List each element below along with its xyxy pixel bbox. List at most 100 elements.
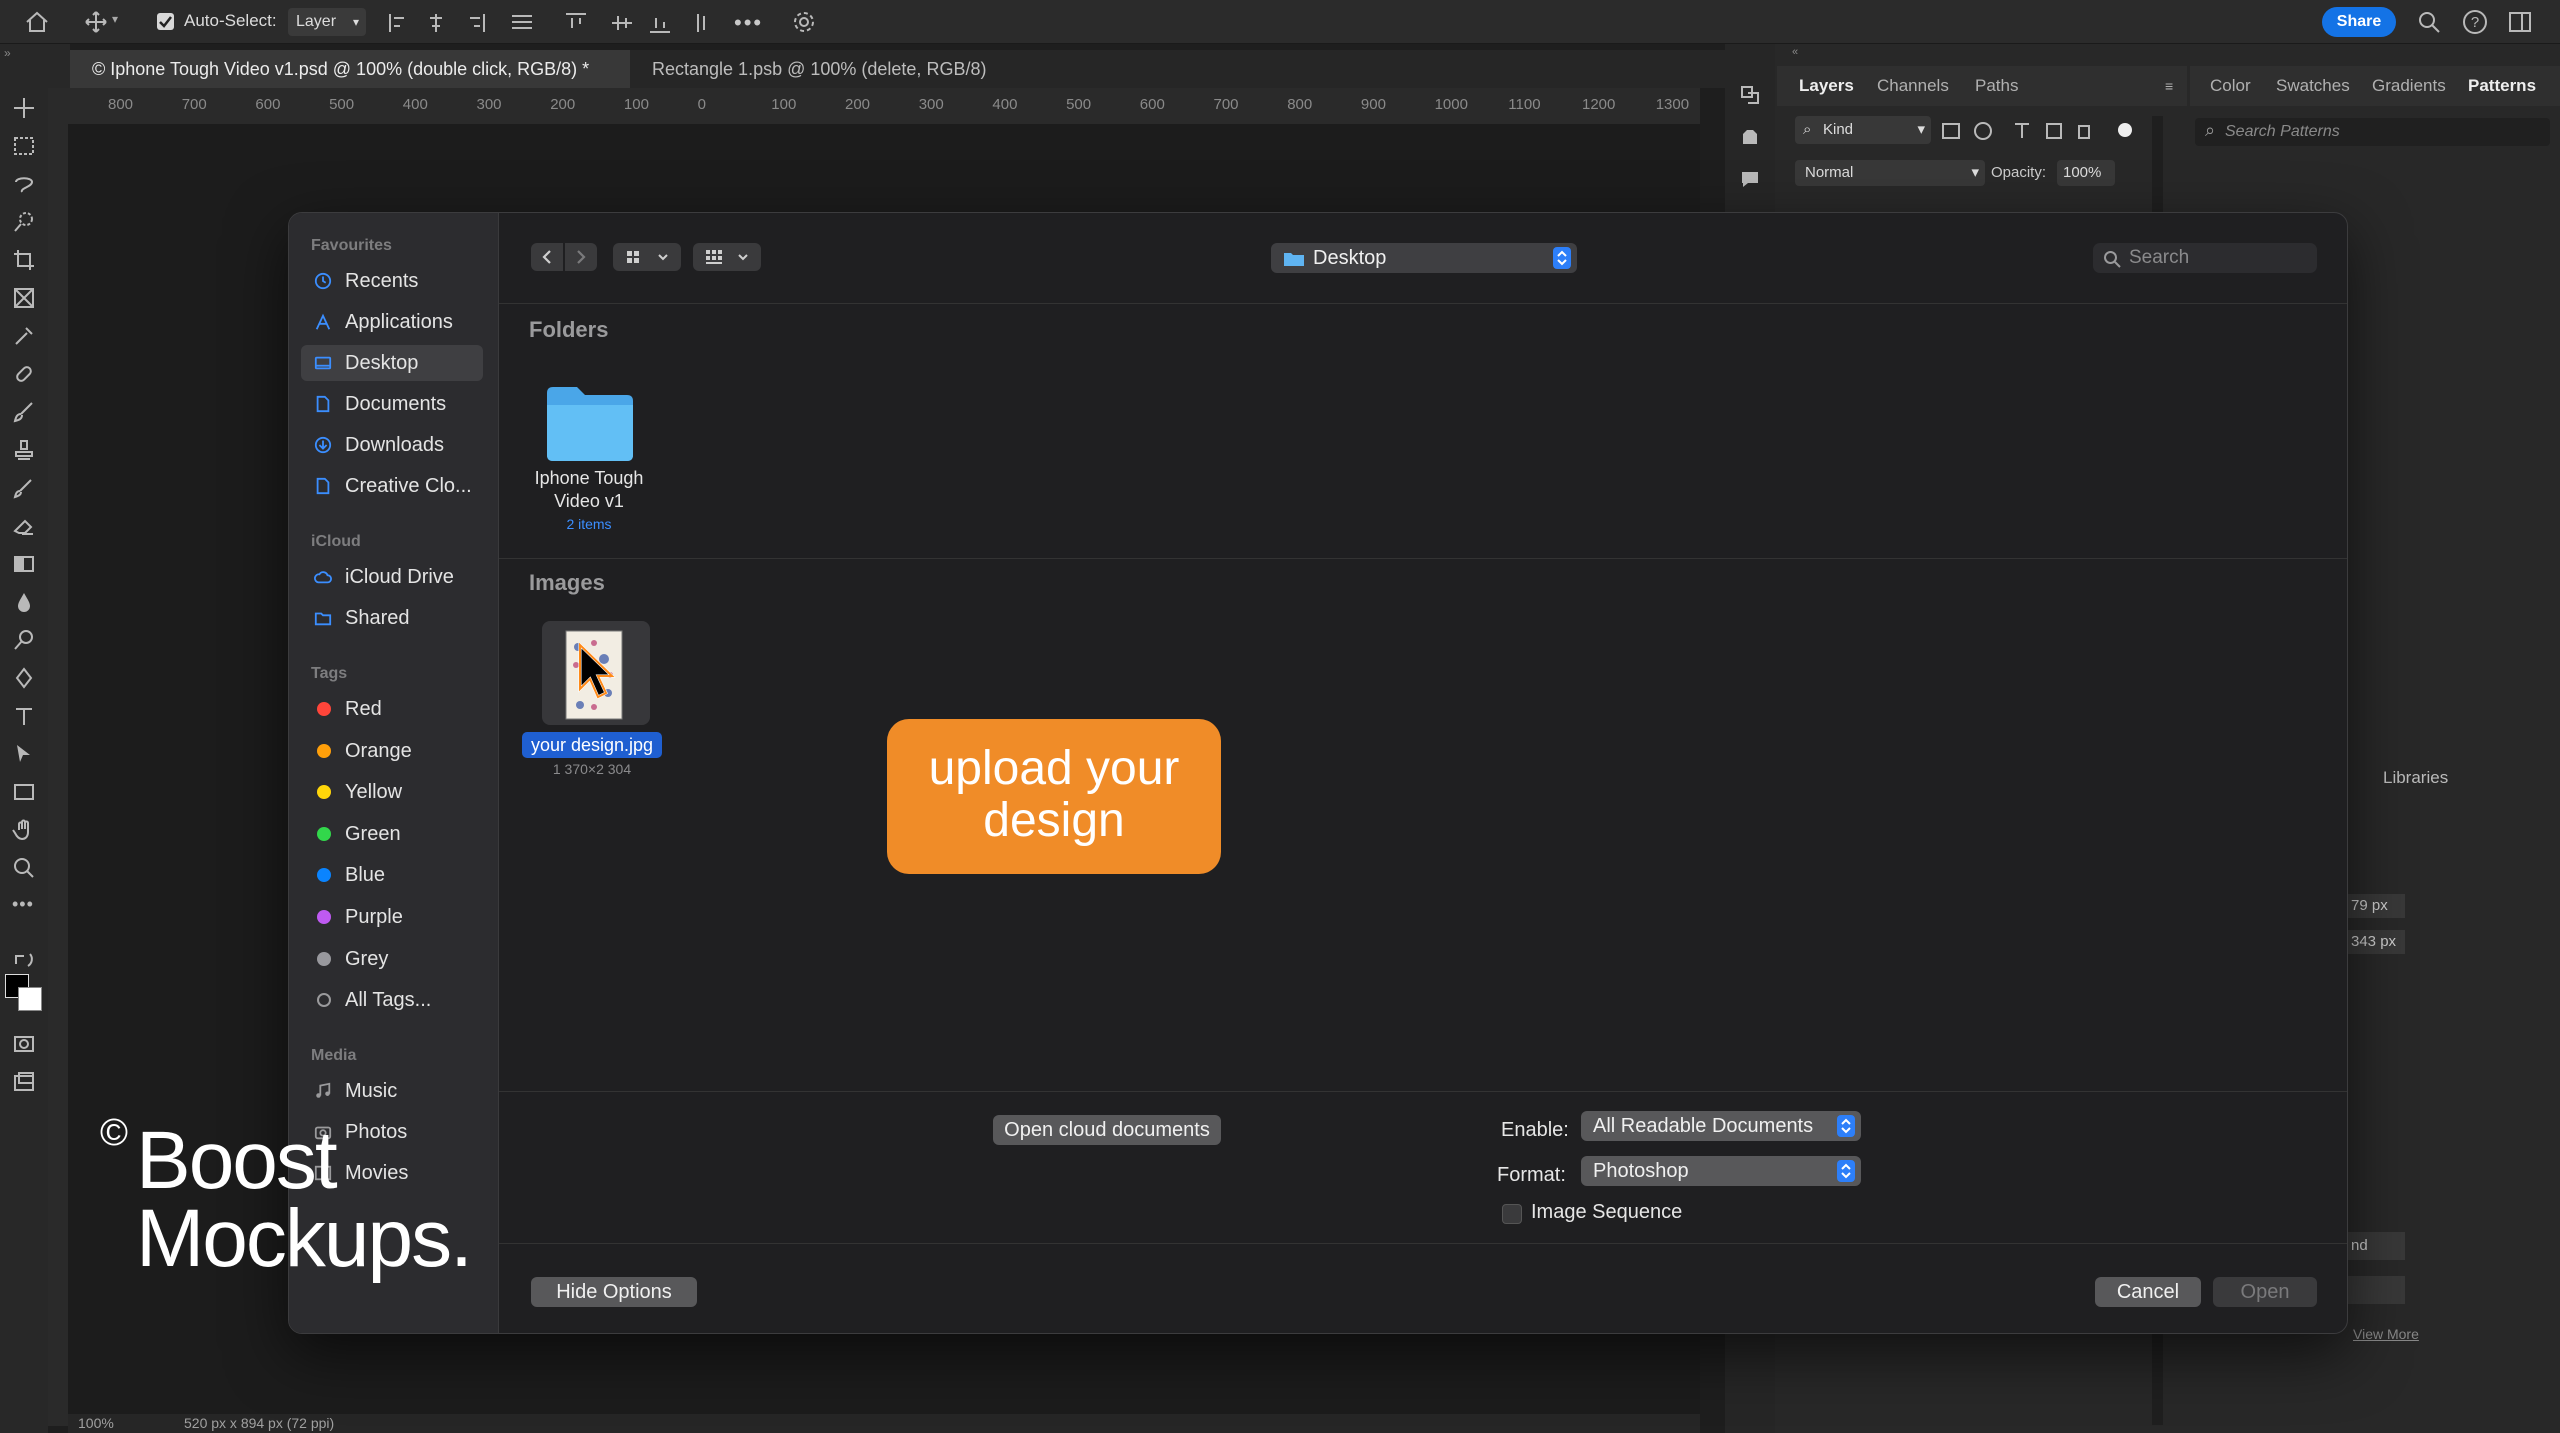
property-field-empty[interactable] <box>2345 1276 2405 1304</box>
height-field[interactable]: 343 px <box>2345 930 2405 954</box>
pen-tool-icon[interactable] <box>12 666 36 690</box>
sidebar-item-icloud-drive[interactable]: iCloud Drive <box>301 559 483 595</box>
file-item-your-design[interactable]: your design.jpg 1 370×2 304 <box>519 621 665 785</box>
sidebar-item-recents[interactable]: Recents <box>301 263 483 299</box>
search-icon[interactable] <box>2417 10 2441 34</box>
more-options-icon[interactable]: ••• <box>734 10 763 36</box>
sidebar-item-tag-blue[interactable]: Blue <box>301 857 483 893</box>
sidebar-item-tag-purple[interactable]: Purple <box>301 899 483 935</box>
crop-tool-icon[interactable] <box>12 248 36 272</box>
workspace-icon[interactable] <box>2508 11 2532 33</box>
align-icons[interactable] <box>388 12 718 34</box>
share-button[interactable]: Share <box>2322 7 2396 37</box>
sidebar-item-shared[interactable]: Shared <box>301 600 483 636</box>
more-tools-icon[interactable]: ••• <box>12 894 36 918</box>
frame-tool-icon[interactable] <box>12 286 36 310</box>
sidebar-item-creative-cloud[interactable]: Creative Clo... <box>301 468 483 504</box>
sidebar-item-downloads[interactable]: Downloads <box>301 427 483 463</box>
swap-colors-icon[interactable] <box>12 950 36 974</box>
tab-iphone-tough-video[interactable]: © Iphone Tough Video v1.psd @ 100% (doub… <box>70 50 630 88</box>
sidebar-item-tag-yellow[interactable]: Yellow <box>301 774 483 810</box>
tab-gradients[interactable]: Gradients <box>2372 76 2446 96</box>
open-button[interactable]: Open <box>2213 1277 2317 1307</box>
sidebar-item-tag-grey[interactable]: Grey <box>301 941 483 977</box>
quick-mask-icon[interactable] <box>12 1032 36 1056</box>
blend-mode-dropdown[interactable]: Normal ▾ <box>1795 160 1985 186</box>
sidebar-item-applications[interactable]: Applications <box>301 304 483 340</box>
eraser-tool-icon[interactable] <box>12 514 36 538</box>
width-field[interactable]: 79 px <box>2345 894 2405 918</box>
group-button[interactable] <box>693 243 761 271</box>
format-popup[interactable]: Photoshop <box>1581 1156 1861 1186</box>
path-select-tool-icon[interactable] <box>12 742 36 766</box>
image-sequence-checkbox[interactable] <box>1502 1204 1522 1224</box>
history-icon[interactable] <box>1739 84 1761 106</box>
view-mode-button[interactable] <box>613 243 681 271</box>
sidebar-item-tag-orange[interactable]: Orange <box>301 733 483 769</box>
sidebar-item-tag-red[interactable]: Red <box>301 691 483 727</box>
tab-rectangle-1[interactable]: Rectangle 1.psb @ 100% (delete, RGB/8) <box>630 50 1100 88</box>
property-field[interactable]: nd <box>2345 1232 2405 1260</box>
enable-popup[interactable]: All Readable Documents <box>1581 1111 1861 1141</box>
comments-icon[interactable] <box>1739 168 1761 190</box>
background-color-swatch[interactable] <box>18 987 42 1011</box>
folder-name-line: Video v1 <box>554 491 624 511</box>
gear-icon[interactable] <box>792 10 816 34</box>
stamp-tool-icon[interactable] <box>12 438 36 462</box>
sidebar-item-tag-green[interactable]: Green <box>301 816 483 852</box>
forward-button[interactable] <box>565 243 597 271</box>
auto-select-dropdown[interactable]: Layer ▾ <box>288 8 366 36</box>
cancel-button[interactable]: Cancel <box>2095 1277 2201 1307</box>
opacity-label: Opacity: <box>1991 164 2047 181</box>
history-brush-tool-icon[interactable] <box>12 476 36 500</box>
hand-tool-icon[interactable] <box>12 818 36 842</box>
filter-kind-dropdown[interactable]: ⌕ Kind ▾ <box>1795 116 1931 144</box>
document-info[interactable]: 520 px x 894 px (72 ppi) <box>184 1415 334 1431</box>
gradient-tool-icon[interactable] <box>12 552 36 576</box>
search-patterns-input[interactable]: Search Patterns <box>2195 118 2550 146</box>
tab-libraries[interactable]: Libraries <box>2383 768 2448 788</box>
location-popup[interactable]: Desktop <box>1271 243 1577 273</box>
tab-channels[interactable]: Channels <box>1877 76 1949 96</box>
auto-select-checkbox[interactable] <box>157 13 174 30</box>
blur-tool-icon[interactable] <box>12 590 36 614</box>
eyedropper-tool-icon[interactable] <box>12 324 36 348</box>
tab-paths[interactable]: Paths <box>1975 76 2018 96</box>
move-tool-icon[interactable] <box>12 96 36 120</box>
lasso-tool-icon[interactable] <box>12 172 36 196</box>
marquee-tool-icon[interactable] <box>12 134 36 158</box>
sidebar-item-tag-all-tags[interactable]: All Tags... <box>301 982 483 1018</box>
panel-menu-icon[interactable]: ≡ <box>2165 78 2173 94</box>
view-more-link[interactable]: View More <box>2353 1326 2419 1342</box>
dodge-tool-icon[interactable] <box>12 628 36 652</box>
sidebar-item-documents[interactable]: Documents <box>301 386 483 422</box>
rectangle-tool-icon[interactable] <box>12 780 36 804</box>
screen-mode-icon[interactable] <box>12 1070 36 1094</box>
tab-color[interactable]: Color <box>2210 76 2251 96</box>
open-cloud-documents-button[interactable]: Open cloud documents <box>993 1115 1221 1145</box>
sidebar-item-music[interactable]: Music <box>301 1073 483 1109</box>
quick-select-tool-icon[interactable] <box>12 210 36 234</box>
collapse-icon[interactable]: « <box>1792 46 2560 58</box>
chevron-down-icon[interactable]: ▾ <box>112 12 118 26</box>
folder-item-iphone-tough-video[interactable]: Iphone Tough Video v1 2 items <box>529 383 649 553</box>
type-tool-icon[interactable] <box>12 704 36 728</box>
tab-patterns[interactable]: Patterns <box>2468 76 2536 96</box>
collapse-icon[interactable]: » <box>4 46 11 60</box>
back-button[interactable] <box>531 243 563 271</box>
search-input[interactable]: Search <box>2093 243 2317 273</box>
tab-swatches[interactable]: Swatches <box>2276 76 2350 96</box>
zoom-tool-icon[interactable] <box>12 856 36 880</box>
move-tool-icon[interactable] <box>84 10 108 34</box>
home-icon[interactable] <box>24 10 50 34</box>
sidebar-item-desktop[interactable]: Desktop <box>301 345 483 381</box>
adjustments-icon[interactable] <box>1739 126 1761 148</box>
healing-brush-tool-icon[interactable] <box>12 362 36 386</box>
tab-layers[interactable]: Layers <box>1799 76 1854 96</box>
help-icon[interactable]: ? <box>2462 9 2488 35</box>
zoom-level[interactable]: 100% <box>78 1415 114 1431</box>
opacity-field[interactable]: 100% <box>2057 160 2115 186</box>
hide-options-button[interactable]: Hide Options <box>531 1277 697 1307</box>
brush-tool-icon[interactable] <box>12 400 36 424</box>
layer-filter-icons[interactable] <box>1941 120 2161 142</box>
